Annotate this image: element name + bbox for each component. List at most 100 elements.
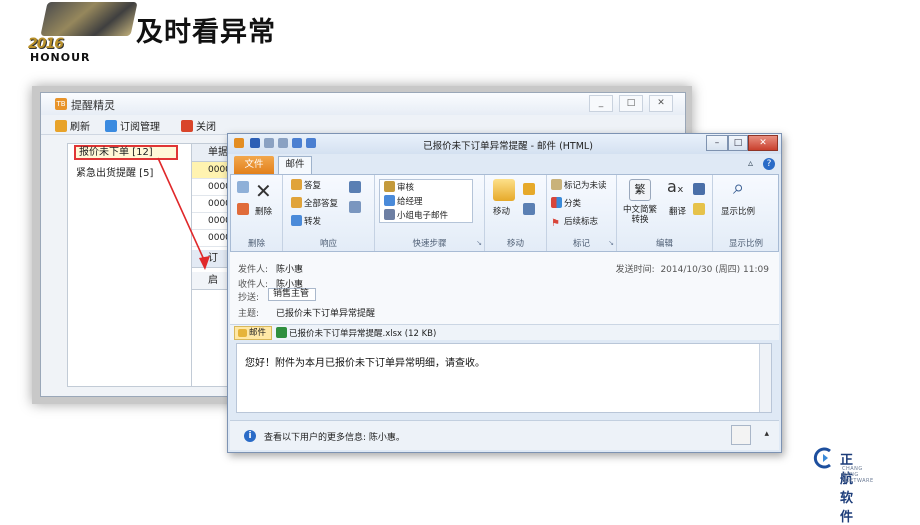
cc-value[interactable]: 销售主管 bbox=[268, 288, 316, 301]
list-item-quote-unordered[interactable]: 报价未下单 [12] bbox=[74, 145, 178, 160]
zoom-button[interactable]: 显示比例 bbox=[721, 205, 755, 217]
reminder-list: 报价未下单 [12] 紧急出货提醒 [5] bbox=[67, 143, 207, 387]
app-icon: TB bbox=[55, 98, 67, 110]
outlook-minimize-button[interactable]: – bbox=[706, 135, 728, 151]
envelope-icon bbox=[238, 329, 247, 337]
tags-group: 标记为未读 分类 ⚑ 后续标志 ↘ 标记 bbox=[547, 175, 617, 251]
ribbon-tabs: 文件 邮件 ▵ ? bbox=[228, 154, 781, 174]
reply-icon bbox=[291, 179, 302, 190]
company-mark-icon bbox=[813, 447, 831, 469]
table-row[interactable]: 0000 bbox=[192, 196, 230, 213]
list-item-urgent-shipment[interactable]: 紧急出货提醒 [5] bbox=[76, 164, 153, 179]
reminder-window-title: 提醒精灵 bbox=[71, 99, 115, 112]
outlook-window-title: 已报价未下订单异常提醒 - 邮件 (HTML) bbox=[423, 141, 593, 152]
delete-group: ✕ 删除 删除 bbox=[231, 175, 283, 251]
attachment-file[interactable]: 已报价未下订单异常提醒.xlsx (12 KB) bbox=[276, 327, 436, 339]
table-row[interactable]: 0000 bbox=[192, 162, 230, 179]
quicksteps-group-label: 快速步骤 bbox=[412, 239, 447, 249]
convert-icon[interactable]: 繁 bbox=[629, 179, 651, 201]
from-value[interactable]: 陈小惠 bbox=[276, 262, 303, 275]
excel-icon bbox=[276, 327, 287, 338]
up-arrow-icon[interactable] bbox=[292, 138, 302, 148]
table-row[interactable]: 0000 bbox=[192, 213, 230, 230]
reply-all-icon bbox=[291, 197, 302, 208]
forward-button[interactable]: 转发 bbox=[291, 215, 321, 227]
move-folder-icon[interactable] bbox=[493, 179, 515, 201]
move-button[interactable]: 移动 bbox=[493, 205, 510, 217]
zoom-group: ⌕ 显示比例 显示比例 bbox=[713, 175, 779, 251]
table-row[interactable]: 0000 bbox=[192, 230, 230, 247]
subscribe-button[interactable]: 订阅管理 bbox=[105, 118, 160, 133]
outlook-maximize-button[interactable]: □ bbox=[728, 135, 748, 151]
tab-file[interactable]: 文件 bbox=[234, 156, 274, 174]
meeting-icon[interactable] bbox=[349, 181, 361, 193]
reminder-grid: 单据 0000 0000 0000 0000 0000 订 启 bbox=[191, 143, 231, 387]
honour-logo: 2016 HONOUR bbox=[14, 0, 138, 64]
company-subtitle: CHANG HANG SOFTWARE bbox=[842, 466, 874, 484]
ribbon-minimize-icon[interactable]: ▵ bbox=[748, 158, 753, 169]
grid-header: 单据 bbox=[192, 144, 230, 162]
tab-mail[interactable]: 邮件 bbox=[278, 156, 312, 174]
mark-unread-button[interactable]: 标记为未读 bbox=[551, 179, 607, 191]
quickstep-team-email[interactable]: 小组电子邮件 bbox=[384, 209, 448, 221]
junk-icon[interactable] bbox=[237, 203, 249, 215]
delete-icon[interactable]: ✕ bbox=[255, 179, 272, 203]
quicksteps-group: 审核 给经理 小组电子邮件 ↘ 快速步骤 bbox=[375, 175, 485, 251]
move-group: 移动 移动 bbox=[485, 175, 547, 251]
zoom-icon[interactable]: ⌕ bbox=[733, 175, 744, 199]
outlook-close-button[interactable]: ✕ bbox=[748, 135, 778, 151]
save-icon[interactable] bbox=[250, 138, 260, 148]
close-button[interactable]: ✕ bbox=[649, 95, 673, 112]
reply-button[interactable]: 答复 bbox=[291, 179, 321, 191]
rules-icon[interactable] bbox=[523, 183, 535, 195]
subscribe-icon bbox=[105, 120, 117, 132]
ignore-icon[interactable] bbox=[237, 181, 249, 193]
message-body[interactable]: 您好！附件为本月已报价未下订单异常明细，请查收。 bbox=[236, 343, 772, 413]
message-tab[interactable]: 邮件 bbox=[234, 326, 272, 340]
find-icon[interactable] bbox=[693, 183, 705, 195]
undo-icon[interactable] bbox=[264, 138, 274, 148]
translate-icon[interactable]: aₓ bbox=[667, 177, 684, 196]
ribbon: ✕ 删除 删除 答复 全部答复 转发 响应 审核 给经理 小组电子邮件 ↘ 快速… bbox=[230, 174, 779, 252]
body-scrollbar[interactable] bbox=[759, 344, 771, 412]
avatar[interactable] bbox=[731, 425, 751, 445]
message-body-text: 您好！附件为本月已报价未下订单异常明细，请查收。 bbox=[245, 358, 485, 369]
close-door-icon bbox=[181, 120, 193, 132]
reply-all-button[interactable]: 全部答复 bbox=[291, 197, 338, 209]
delete-button[interactable]: 删除 bbox=[255, 205, 272, 217]
to-manager-icon bbox=[384, 195, 395, 206]
quickstep-to-manager[interactable]: 给经理 bbox=[384, 195, 423, 207]
onenote-icon[interactable] bbox=[523, 203, 535, 215]
categorize-button[interactable]: 分类 bbox=[551, 197, 581, 209]
logo-calligraphy bbox=[40, 2, 138, 36]
maximize-button[interactable]: □ bbox=[619, 95, 643, 112]
close-tool-button[interactable]: 关闭 bbox=[181, 118, 216, 133]
subject-label: 主题: bbox=[238, 309, 260, 319]
categorize-icon bbox=[551, 197, 562, 208]
help-icon[interactable]: ? bbox=[763, 158, 775, 170]
expand-caret-icon[interactable]: ▴ bbox=[764, 429, 769, 439]
translate-button[interactable]: 翻译 bbox=[669, 205, 686, 217]
select-icon[interactable] bbox=[693, 203, 705, 215]
redo-icon[interactable] bbox=[278, 138, 288, 148]
table-row[interactable]: 0000 bbox=[192, 179, 230, 196]
company-name: 正航软件 bbox=[840, 453, 854, 525]
refresh-button[interactable]: 刷新 bbox=[55, 118, 90, 133]
minimize-button[interactable]: _ bbox=[589, 95, 613, 112]
respond-group-label: 响应 bbox=[319, 239, 337, 249]
quickstep-review[interactable]: 审核 bbox=[384, 181, 414, 193]
outlook-title-bar: 已报价未下订单异常提醒 - 邮件 (HTML) – □ ✕ bbox=[228, 134, 781, 154]
review-icon bbox=[384, 181, 395, 192]
attachment-bar: 邮件 已报价未下订单异常提醒.xlsx (12 KB) bbox=[230, 324, 779, 340]
sent-time: 发送时间: 2014/10/30 (周四) 11:09 bbox=[616, 262, 769, 275]
respond-group: 答复 全部答复 转发 响应 bbox=[283, 175, 375, 251]
to-label: 收件人: bbox=[238, 280, 269, 290]
reminder-title-bar: TB 提醒精灵 _ □ ✕ bbox=[41, 93, 685, 115]
tags-group-label: 标记 bbox=[572, 239, 590, 249]
convert-button[interactable]: 中文简繁转换 bbox=[619, 205, 661, 225]
follow-up-button[interactable]: ⚑ 后续标志 bbox=[551, 215, 598, 229]
down-arrow-icon[interactable] bbox=[306, 138, 316, 148]
more-respond-icon[interactable] bbox=[349, 201, 361, 213]
info-icon: i bbox=[244, 430, 256, 442]
people-pane: i 查看以下用户的更多信息: 陈小惠。 ▴ bbox=[230, 420, 779, 450]
